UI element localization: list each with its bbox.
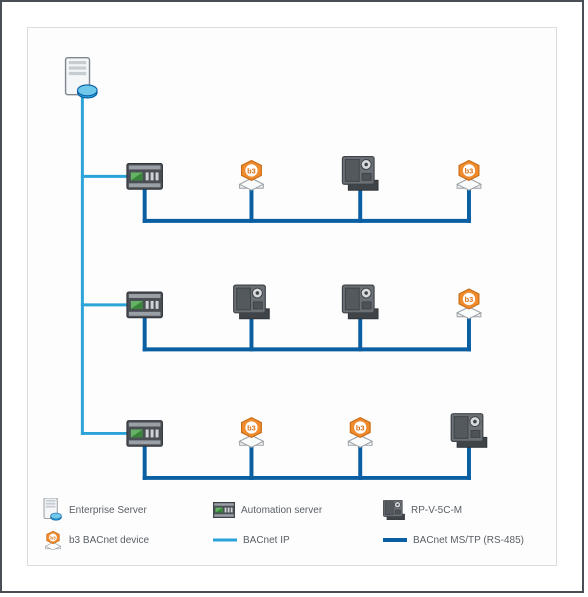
legend-b3-device: b3 BACnet device — [43, 530, 213, 550]
diagram-canvas: b3 Enterprise Server Automation server R… — [27, 27, 557, 566]
legend-label: BACnet IP — [243, 535, 290, 546]
legend-automation-server: Automation server — [213, 502, 383, 518]
legend-bacnet-mstp: BACnet MS/TP (RS-485) — [383, 535, 524, 546]
automation-server-icon — [127, 164, 163, 190]
legend-label: b3 BACnet device — [69, 535, 149, 546]
legend-bacnet-ip: BACnet IP — [213, 535, 383, 546]
legend-rp-v5c-m: RP-V-5C-M — [383, 500, 462, 520]
network-diagram: b3 — [28, 28, 556, 565]
b3-device-icon — [240, 161, 264, 191]
legend-enterprise-server: Enterprise Server — [43, 498, 213, 522]
b3-device-icon — [348, 418, 372, 448]
rp-v5c-m-icon — [342, 157, 378, 191]
rp-v5c-m-icon — [342, 285, 378, 319]
diagram-frame: b3 Enterprise Server Automation server R… — [0, 0, 584, 593]
b3-device-icon — [240, 418, 264, 448]
legend-label: RP-V-5C-M — [411, 505, 462, 516]
enterprise-server-icon — [66, 58, 98, 98]
rp-v5c-m-icon — [234, 285, 270, 319]
legend-label: BACnet MS/TP (RS-485) — [413, 535, 524, 546]
legend: Enterprise Server Automation server RP-V… — [43, 495, 541, 555]
b3-device-icon — [457, 289, 481, 319]
automation-server-icon — [127, 292, 163, 318]
legend-label: Automation server — [241, 505, 322, 516]
automation-server-icon — [127, 421, 163, 447]
b3-device-icon — [457, 161, 481, 191]
legend-label: Enterprise Server — [69, 505, 147, 516]
rp-v5c-m-icon — [451, 414, 487, 448]
